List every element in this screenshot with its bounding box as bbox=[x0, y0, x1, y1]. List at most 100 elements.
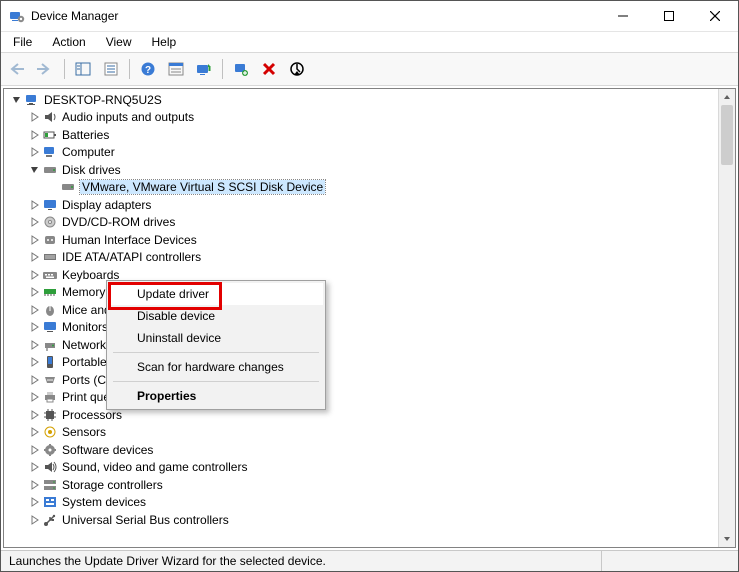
sensor-icon bbox=[42, 424, 58, 440]
vertical-scrollbar[interactable] bbox=[718, 89, 735, 547]
context-menu-item[interactable]: Update driver bbox=[109, 283, 323, 305]
tree-item[interactable]: Sensors bbox=[4, 424, 719, 442]
back-button bbox=[5, 57, 31, 81]
expander-closed-icon[interactable] bbox=[28, 355, 42, 369]
context-menu-item[interactable]: Scan for hardware changes bbox=[109, 356, 323, 378]
show-hide-tree-button[interactable] bbox=[70, 57, 96, 81]
scroll-down-button[interactable] bbox=[719, 531, 735, 547]
scroll-thumb[interactable] bbox=[721, 105, 733, 165]
tree-item-label: Sensors bbox=[62, 425, 106, 439]
tree-item[interactable]: Sound, video and game controllers bbox=[4, 459, 719, 477]
tree-item[interactable]: Storage controllers bbox=[4, 476, 719, 494]
uninstall-button[interactable] bbox=[256, 57, 282, 81]
view-button[interactable] bbox=[163, 57, 189, 81]
tree-item-label: Monitors bbox=[62, 320, 108, 334]
expander-closed-icon[interactable] bbox=[28, 145, 42, 159]
scroll-track[interactable] bbox=[719, 105, 735, 531]
statusbar: Launches the Update Driver Wizard for th… bbox=[1, 550, 738, 571]
hid-icon bbox=[42, 232, 58, 248]
menu-help[interactable]: Help bbox=[144, 33, 185, 51]
expander-closed-icon[interactable] bbox=[28, 373, 42, 387]
tree-item-label: Audio inputs and outputs bbox=[62, 110, 194, 124]
menu-action[interactable]: Action bbox=[44, 33, 93, 51]
expander-closed-icon[interactable] bbox=[28, 215, 42, 229]
expander-closed-icon[interactable] bbox=[28, 110, 42, 124]
expander-open-icon[interactable] bbox=[10, 93, 24, 107]
update-driver-button[interactable] bbox=[191, 57, 217, 81]
tree-item[interactable]: Display adapters bbox=[4, 196, 719, 214]
scan-hardware-button[interactable] bbox=[228, 57, 254, 81]
tree-item[interactable]: Human Interface Devices bbox=[4, 231, 719, 249]
context-menu-separator bbox=[113, 352, 319, 353]
context-menu-separator bbox=[113, 381, 319, 382]
expander-closed-icon[interactable] bbox=[28, 390, 42, 404]
context-menu-item[interactable]: Disable device bbox=[109, 305, 323, 327]
forward-button bbox=[33, 57, 59, 81]
expander-closed-icon[interactable] bbox=[28, 338, 42, 352]
expander-closed-icon[interactable] bbox=[28, 425, 42, 439]
toolbar: ? bbox=[1, 53, 738, 86]
maximize-button[interactable] bbox=[646, 1, 692, 31]
tree-item-label: Computer bbox=[62, 145, 115, 159]
toolbar-separator bbox=[64, 59, 65, 79]
software-icon bbox=[42, 442, 58, 458]
context-menu-item[interactable]: Uninstall device bbox=[109, 327, 323, 349]
tree-item-label: Software devices bbox=[62, 443, 153, 457]
expander-closed-icon[interactable] bbox=[28, 303, 42, 317]
tree-item[interactable]: IDE ATA/ATAPI controllers bbox=[4, 249, 719, 267]
tree-item-label: Batteries bbox=[62, 128, 109, 142]
expander-closed-icon[interactable] bbox=[28, 513, 42, 527]
expander-open-icon[interactable] bbox=[28, 163, 42, 177]
display-icon bbox=[42, 197, 58, 213]
monitor-icon bbox=[42, 319, 58, 335]
audio-icon bbox=[42, 109, 58, 125]
tree-item[interactable]: DVD/CD-ROM drives bbox=[4, 214, 719, 232]
tree-item[interactable]: Batteries bbox=[4, 126, 719, 144]
tree-item-label: Disk drives bbox=[62, 163, 121, 177]
network-icon bbox=[42, 337, 58, 353]
help-button[interactable]: ? bbox=[135, 57, 161, 81]
port-icon bbox=[42, 372, 58, 388]
close-button[interactable] bbox=[692, 1, 738, 31]
expander-closed-icon[interactable] bbox=[28, 128, 42, 142]
titlebar: Device Manager bbox=[1, 1, 738, 32]
tree-item[interactable]: Computer bbox=[4, 144, 719, 162]
tree-item-label: System devices bbox=[62, 495, 146, 509]
tree-item-label: DESKTOP-RNQ5U2S bbox=[44, 93, 162, 107]
client-area: DESKTOP-RNQ5U2S Audio inputs and outputs B… bbox=[1, 86, 738, 550]
menu-view[interactable]: View bbox=[98, 33, 140, 51]
device-manager-window: Device Manager File Action View Help ? D… bbox=[0, 0, 739, 572]
tree-item[interactable]: System devices bbox=[4, 494, 719, 512]
expander-closed-icon[interactable] bbox=[28, 198, 42, 212]
tree-item[interactable]: VMware, VMware Virtual S SCSI Disk Devic… bbox=[4, 179, 719, 197]
expander-closed-icon[interactable] bbox=[28, 250, 42, 264]
window-title: Device Manager bbox=[31, 9, 600, 23]
expander-closed-icon[interactable] bbox=[28, 268, 42, 282]
svg-text:?: ? bbox=[145, 65, 151, 76]
tree-item[interactable]: Universal Serial Bus controllers bbox=[4, 511, 719, 529]
expander-closed-icon[interactable] bbox=[28, 320, 42, 334]
portable-icon bbox=[42, 354, 58, 370]
disable-button[interactable] bbox=[284, 57, 310, 81]
sound-icon bbox=[42, 459, 58, 475]
tree-item[interactable]: Audio inputs and outputs bbox=[4, 109, 719, 127]
expander-closed-icon[interactable] bbox=[28, 443, 42, 457]
expander-closed-icon[interactable] bbox=[28, 285, 42, 299]
expander-closed-icon[interactable] bbox=[28, 478, 42, 492]
menubar: File Action View Help bbox=[1, 32, 738, 53]
menu-file[interactable]: File bbox=[5, 33, 40, 51]
tree-item[interactable]: Disk drives bbox=[4, 161, 719, 179]
context-menu-item[interactable]: Properties bbox=[109, 385, 323, 407]
minimize-button[interactable] bbox=[600, 1, 646, 31]
tree-item[interactable]: Software devices bbox=[4, 441, 719, 459]
processor-icon bbox=[42, 407, 58, 423]
expander-closed-icon[interactable] bbox=[28, 460, 42, 474]
expander-closed-icon[interactable] bbox=[28, 408, 42, 422]
tree-root[interactable]: DESKTOP-RNQ5U2S bbox=[4, 91, 719, 109]
disk-icon bbox=[42, 162, 58, 178]
expander-closed-icon[interactable] bbox=[28, 233, 42, 247]
app-icon bbox=[9, 8, 25, 24]
properties-button[interactable] bbox=[98, 57, 124, 81]
expander-closed-icon[interactable] bbox=[28, 495, 42, 509]
scroll-up-button[interactable] bbox=[719, 89, 735, 105]
